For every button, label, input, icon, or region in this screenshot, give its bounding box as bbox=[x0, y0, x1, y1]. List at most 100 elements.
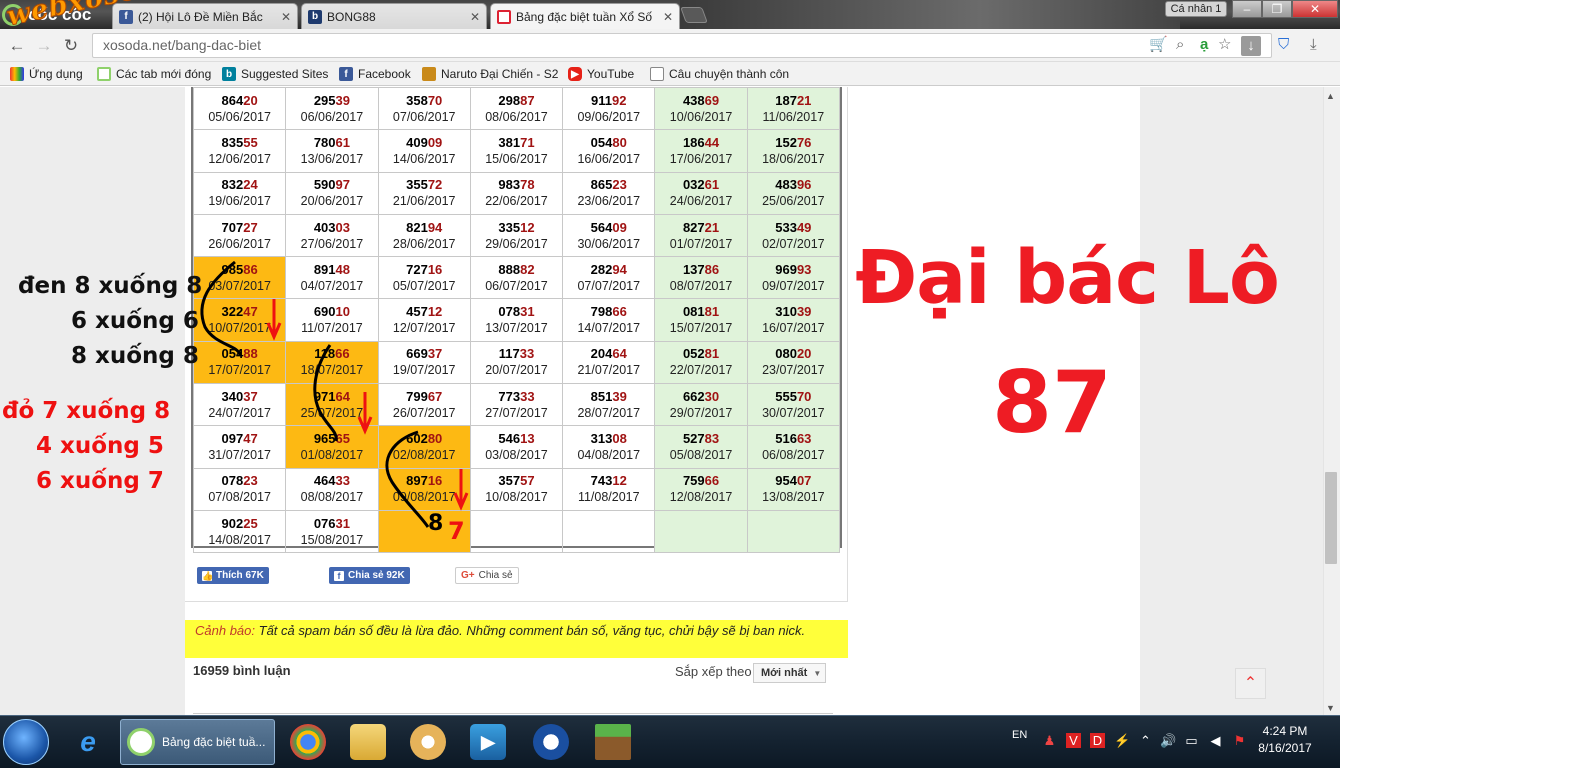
vertical-scrollbar[interactable] bbox=[1323, 87, 1340, 715]
windows-taskbar: e Bảng đặc biệt tuầ... ▶ EN ♟ V D ⚡ ⌃ 🔊 … bbox=[0, 715, 1340, 768]
number-tail: 24 bbox=[243, 177, 258, 193]
special-number: 05281 bbox=[655, 346, 746, 362]
scroll-down-icon[interactable]: ▼ bbox=[1326, 703, 1335, 713]
tab-bong88[interactable]: b BONG88 ✕ bbox=[301, 3, 487, 29]
bookmark-star-icon[interactable]: ☆ bbox=[1218, 34, 1231, 56]
xoso-icon bbox=[497, 9, 511, 24]
bookmark-youtube[interactable]: ▶ YouTube bbox=[568, 65, 634, 83]
system-clock[interactable]: 4:24 PM 8/16/2017 bbox=[1250, 723, 1320, 757]
google-plus-share-button[interactable]: G+ Chia sẻ bbox=[455, 567, 519, 584]
back-arrow-icon[interactable]: ← bbox=[6, 35, 28, 57]
active-task-label: Bảng đặc biệt tuầ... bbox=[162, 735, 266, 749]
zoom-icon[interactable]: ⌕ bbox=[1176, 34, 1184, 56]
tray-lightning-icon[interactable]: ⚡ bbox=[1114, 733, 1130, 748]
bookmark-recent-tabs[interactable]: Các tab mới đóng bbox=[97, 65, 211, 83]
tray-app-icon[interactable]: ♟ bbox=[1042, 733, 1057, 748]
draw-date: 12/06/2017 bbox=[208, 151, 271, 166]
tab-close-icon[interactable]: ✕ bbox=[663, 10, 673, 24]
tab-facebook-group[interactable]: f (2) Hội Lô Đề Miền Bắc ✕ bbox=[112, 3, 298, 29]
number-prefix: 835 bbox=[221, 134, 244, 150]
annotation-black-1: đen 8 xuống 8 bbox=[18, 273, 203, 299]
draw-date: 06/08/2017 bbox=[762, 448, 825, 463]
close-window-icon[interactable]: ✕ bbox=[1292, 0, 1338, 18]
language-indicator[interactable]: EN bbox=[1012, 729, 1027, 741]
chrome-icon[interactable] bbox=[290, 724, 326, 760]
number-tail: 72 bbox=[427, 177, 443, 193]
maximize-icon[interactable]: ❐ bbox=[1262, 0, 1292, 18]
bookmark-suggested-sites[interactable]: b Suggested Sites bbox=[222, 65, 328, 83]
flag-warning-icon[interactable]: ⚑ bbox=[1232, 733, 1247, 748]
special-number: 79866 bbox=[563, 304, 654, 320]
number-tail: 49 bbox=[796, 219, 812, 235]
volume-icon[interactable]: ◀ bbox=[1208, 733, 1223, 748]
scroll-thumb[interactable] bbox=[1325, 472, 1337, 564]
draw-date: 28/06/2017 bbox=[392, 236, 456, 251]
speaker-icon[interactable]: 🔊 bbox=[1160, 733, 1176, 748]
result-cell: 45712 12/07/2017 bbox=[377, 298, 471, 342]
dict-icon[interactable]: D bbox=[1090, 733, 1105, 748]
bookmark-apps[interactable]: Ứng dụng bbox=[10, 65, 83, 83]
number-tail: 70 bbox=[796, 388, 812, 404]
cart-icon[interactable]: 🛒 bbox=[1149, 34, 1168, 56]
network-app-icon[interactable] bbox=[533, 724, 569, 760]
media-player-icon[interactable]: ▶ bbox=[470, 724, 506, 760]
minecraft-icon[interactable] bbox=[595, 724, 631, 760]
vietnamese-input-icon[interactable]: ạ bbox=[1200, 34, 1208, 56]
bookmark-naruto[interactable]: Naruto Đại Chiến - S2 bbox=[422, 65, 558, 83]
download-video-icon[interactable]: ↓ bbox=[1241, 36, 1261, 56]
special-number: 07823 bbox=[194, 473, 285, 489]
tray-expand-icon[interactable]: ⌃ bbox=[1138, 733, 1153, 748]
draw-date: 29/07/2017 bbox=[669, 405, 733, 420]
number-prefix: 313 bbox=[590, 431, 613, 447]
address-bar[interactable]: xosoda.net/bang-dac-biet bbox=[92, 33, 1272, 58]
facebook-like-button[interactable]: 👍 Thích 67K bbox=[197, 567, 269, 584]
special-number: 96565 bbox=[286, 431, 377, 447]
draw-date: 03/07/2017 bbox=[208, 278, 271, 293]
back-to-top-button[interactable]: ⌃ bbox=[1235, 668, 1266, 699]
special-number: 59097 bbox=[286, 177, 377, 193]
special-number: 97164 bbox=[286, 389, 377, 405]
reload-icon[interactable]: ↻ bbox=[60, 35, 82, 57]
draw-date: 18/07/2017 bbox=[300, 363, 364, 378]
taskbar-active-coccoc[interactable]: Bảng đặc biệt tuầ... bbox=[120, 719, 275, 765]
result-cell: 31308 04/08/2017 bbox=[562, 425, 656, 469]
number-tail: 55 bbox=[243, 134, 258, 150]
profile-button[interactable]: Cá nhân 1 bbox=[1165, 1, 1227, 17]
facebook-share-button[interactable]: f Chia sẻ 92K bbox=[329, 567, 410, 584]
bookmark-cau-chuyen[interactable]: Câu chuyện thành côn bbox=[650, 65, 789, 83]
tab-bang-dac-biet[interactable]: Bảng đặc biệt tuần Xổ Số ✕ bbox=[490, 3, 680, 29]
bookmark-facebook[interactable]: f Facebook bbox=[339, 65, 411, 83]
screen: cốc cốc f (2) Hội Lô Đề Miền Bắc ✕ b BON… bbox=[0, 0, 1593, 768]
result-cell: 07831 13/07/2017 bbox=[469, 298, 564, 342]
result-cell: 43869 10/06/2017 bbox=[654, 87, 748, 131]
sort-dropdown[interactable]: Mới nhất ▼ bbox=[753, 663, 826, 683]
internet-explorer-icon[interactable]: e bbox=[70, 724, 106, 760]
special-number: 55570 bbox=[748, 389, 839, 405]
minimize-icon[interactable]: – bbox=[1232, 0, 1262, 18]
number-tail: 76 bbox=[796, 134, 812, 150]
forward-arrow-icon[interactable]: → bbox=[33, 35, 55, 57]
special-number: 35757 bbox=[471, 473, 562, 489]
network-icon[interactable]: ▭ bbox=[1184, 733, 1199, 748]
draw-date: 20/07/2017 bbox=[485, 363, 548, 378]
scroll-up-icon[interactable]: ▲ bbox=[1326, 91, 1335, 101]
number-tail: 61 bbox=[335, 134, 350, 150]
table-row: 09747 31/07/2017 96565 01/08/2017 60280 02/08… bbox=[192, 425, 841, 469]
start-button[interactable] bbox=[3, 719, 49, 765]
vietkey-icon[interactable]: V bbox=[1066, 733, 1081, 748]
draw-date: 29/06/2017 bbox=[485, 236, 548, 251]
paint-icon[interactable] bbox=[410, 724, 446, 760]
share-label: Chia sẻ 92K bbox=[348, 570, 405, 581]
draw-date: 20/06/2017 bbox=[300, 194, 364, 209]
result-cell: 91192 09/06/2017 bbox=[562, 87, 656, 131]
draw-date: 01/07/2017 bbox=[669, 236, 733, 251]
draw-date: 28/07/2017 bbox=[577, 405, 641, 420]
table-row: 34037 24/07/2017 97164 25/07/2017 79967 26/07… bbox=[192, 383, 841, 427]
folder-icon[interactable] bbox=[350, 724, 386, 760]
sort-label: Sắp xếp theo bbox=[675, 664, 752, 679]
tab-close-icon[interactable]: ✕ bbox=[470, 10, 480, 24]
downloads-icon[interactable]: ⤓ bbox=[1310, 34, 1317, 56]
special-number: 35870 bbox=[379, 93, 470, 109]
shield-icon[interactable]: ⛉ bbox=[1278, 34, 1289, 56]
tab-close-icon[interactable]: ✕ bbox=[281, 10, 291, 24]
